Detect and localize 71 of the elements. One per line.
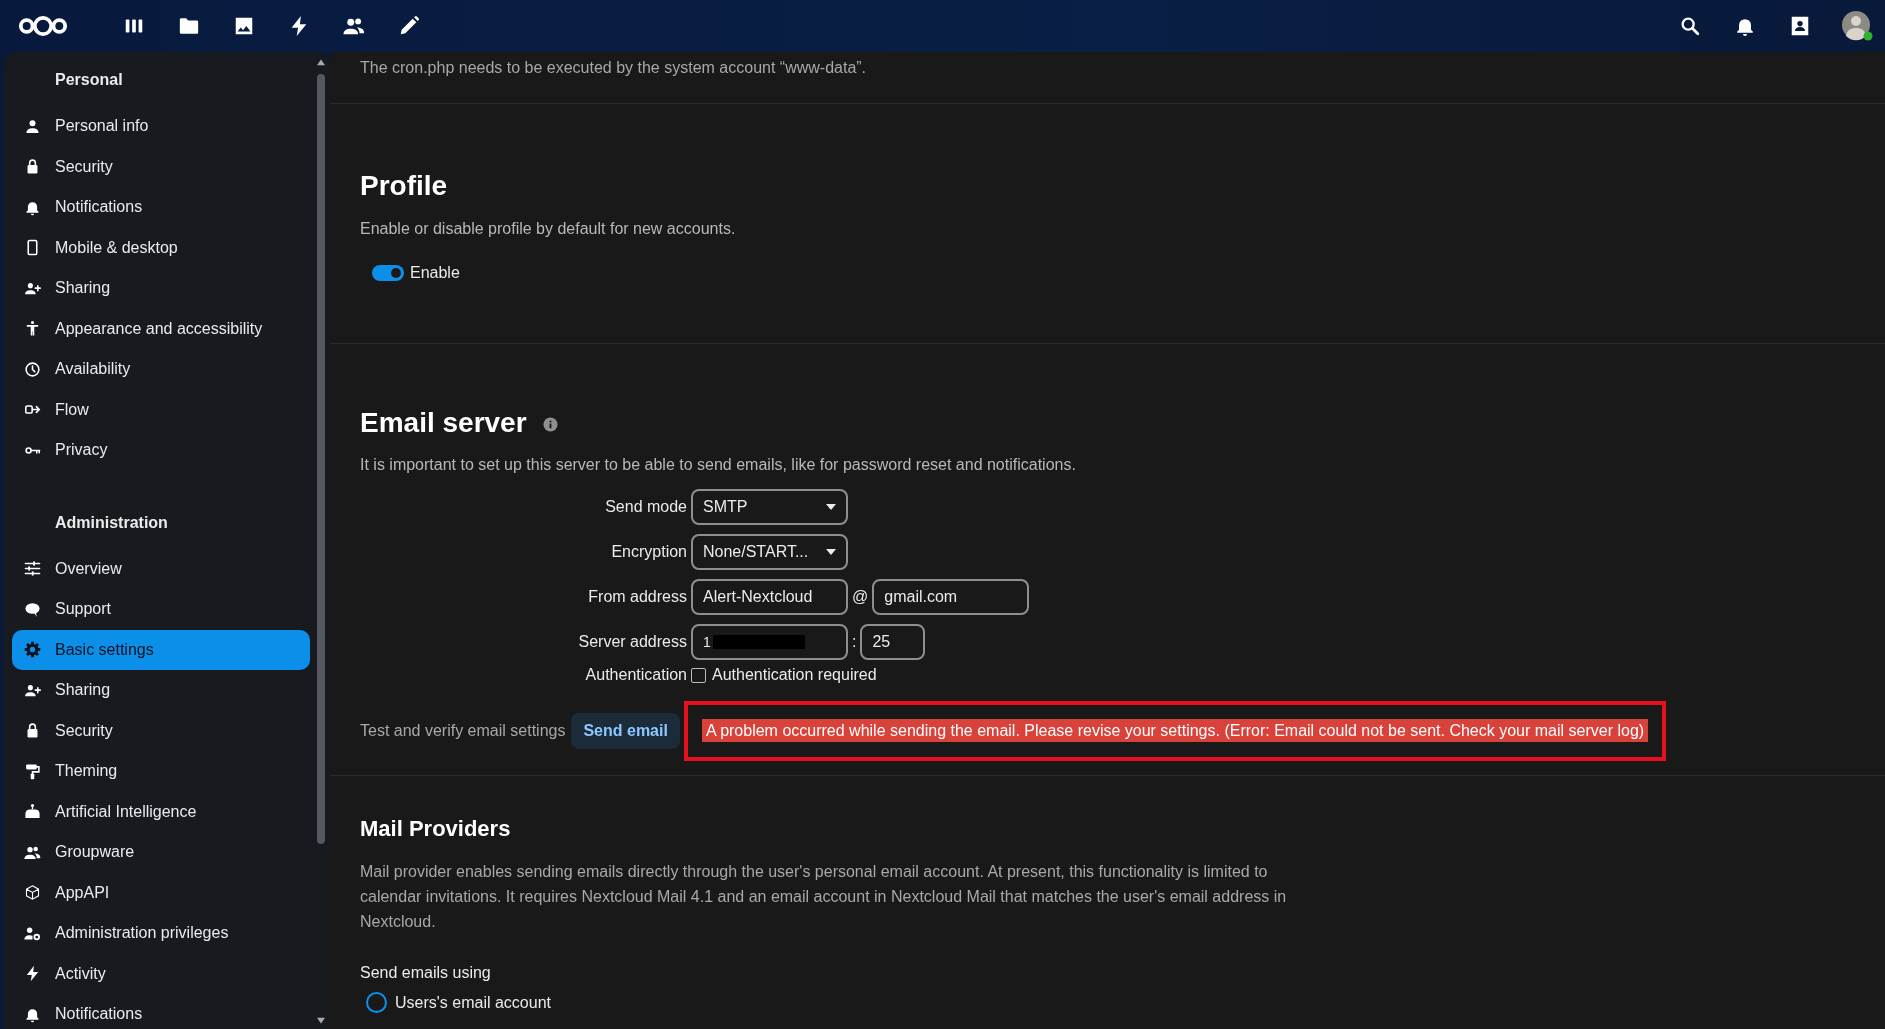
section-title: Email server	[360, 405, 527, 440]
dropdown-field[interactable]: None/START...	[691, 534, 848, 571]
sidebar-item[interactable]: Overview	[12, 548, 310, 589]
sidebar-item[interactable]: Administration privileges	[12, 913, 310, 954]
sidebar-item[interactable]: Flow	[12, 389, 310, 430]
caret-icon	[826, 549, 836, 556]
sidebar-item[interactable]: Support	[12, 589, 310, 630]
paint-roller-icon	[24, 762, 41, 780]
input-field[interactable]: 1	[691, 624, 848, 661]
separator-text: @	[852, 587, 869, 608]
lightning-bolt-icon	[24, 965, 41, 983]
sidebar-item[interactable]: Security	[12, 710, 310, 751]
phone-icon	[24, 239, 41, 257]
info-icon[interactable]	[542, 416, 558, 432]
sidebar-item[interactable]: Security	[12, 146, 310, 187]
gear-icon	[24, 641, 41, 659]
speech-bubble-icon	[24, 600, 41, 618]
input-field[interactable]: gmail.com	[872, 579, 1030, 616]
sidebar-item[interactable]: Theming	[12, 751, 310, 792]
sidebar-item[interactable]: Appearance and accessibility	[12, 308, 310, 349]
section-description: Enable or disable profile by default for new accounts.	[360, 218, 737, 239]
sidebar-item[interactable]: Basic settings	[12, 629, 310, 670]
sidebar-item[interactable]: Notifications	[12, 994, 310, 1029]
scroll-down-icon[interactable]	[316, 1017, 326, 1025]
folder-icon[interactable]	[177, 15, 200, 37]
sidebar-item[interactable]: Activity	[12, 953, 310, 994]
dropdown-field[interactable]: SMTP	[691, 489, 848, 526]
scrollbar-thumb[interactable]	[317, 74, 325, 844]
field-label: Encryption	[610, 542, 688, 563]
radio-label: Users's email account	[395, 992, 551, 1013]
input-field[interactable]: Alert-Nextcloud	[691, 579, 848, 616]
error-message: A problem occurred while sending the email. Please revise your settings. (Error: Email could not be sent. Check your mail server log)	[701, 719, 1649, 743]
sidebar-item[interactable]: Personal info	[12, 106, 310, 147]
person-icon	[24, 117, 41, 135]
sidebar-item[interactable]: Notifications	[12, 187, 310, 228]
separator-text: :	[852, 632, 857, 653]
caret-icon	[826, 504, 836, 511]
radio-button[interactable]	[366, 992, 387, 1014]
field-label: From address	[587, 587, 688, 608]
section-title: Profile	[360, 169, 449, 203]
clock-icon	[24, 360, 41, 378]
sidebar-item[interactable]: Groupware	[12, 832, 310, 873]
sidebar-item[interactable]: Sharing	[12, 268, 310, 309]
sidebar-item[interactable]: Privacy	[12, 430, 310, 471]
checkbox-label: Authentication required	[712, 665, 877, 686]
avatar-icon[interactable]	[1841, 10, 1873, 42]
sidebar-item[interactable]: Artificial Intelligence	[12, 791, 310, 832]
sidebar-item[interactable]: Sharing	[12, 670, 310, 711]
cron-note: The cron.php needs to be executed by the system account “www-data”.	[360, 58, 868, 78]
test-label: Test and verify email settings	[360, 721, 566, 742]
sidebar-item[interactable]: Availability	[12, 349, 310, 390]
scroll-up-icon[interactable]	[316, 58, 326, 66]
section-description: It is important to set up this server to be able to send emails, like for password reset and notifications.	[360, 455, 1077, 476]
section-heading: Personal	[54, 70, 124, 90]
toggle-switch[interactable]	[372, 264, 404, 281]
checkbox[interactable]	[691, 667, 706, 683]
section-description: Mail provider enables sending emails directly through the user's personal email account. At present, this functionality is limited to calendar invitations. It requires Nextcloud Mail 4.1 and an email account in Nextcloud Mail that matches the user's email address in Nextcloud.	[360, 861, 1288, 932]
field-label: Send emails using	[360, 962, 492, 983]
sliders-icon	[24, 560, 41, 578]
sidebar-item[interactable]: AppAPI	[12, 872, 310, 913]
field-label: Server address	[577, 632, 688, 653]
cube-icon	[24, 884, 41, 902]
section-title: Mail Providers	[360, 816, 512, 843]
send-email-button[interactable]: Send email	[571, 713, 680, 750]
input-field[interactable]: 25	[860, 624, 926, 661]
field-label: Authentication	[584, 665, 688, 686]
accessibility-icon	[24, 320, 41, 338]
section-heading: Administration	[54, 512, 169, 533]
field-label: Send mode	[604, 497, 688, 518]
toggle-label: Enable	[410, 262, 460, 283]
sidebar-item[interactable]: Mobile & desktop	[12, 227, 310, 268]
